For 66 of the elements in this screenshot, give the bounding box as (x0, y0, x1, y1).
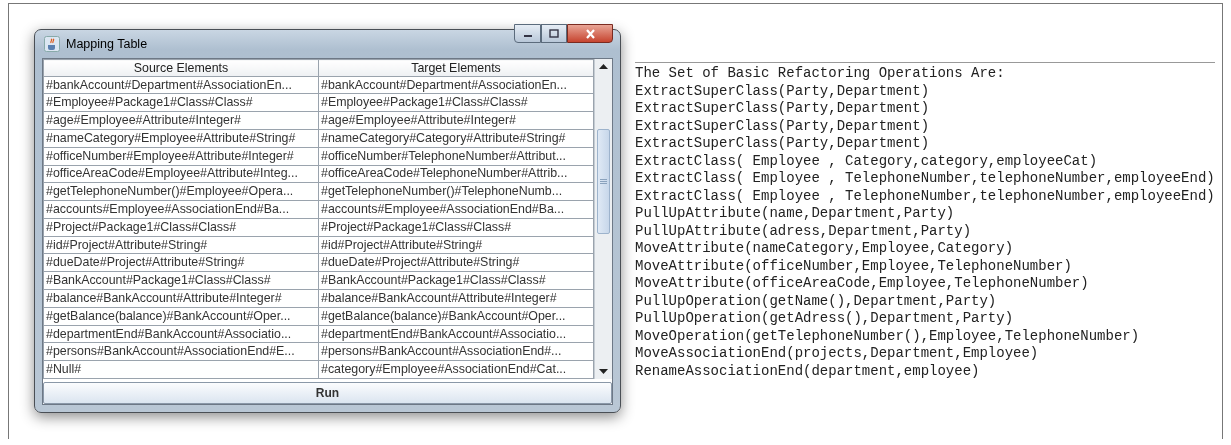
close-button[interactable] (567, 24, 613, 43)
output-heading: The Set of Basic Refactoring Operations Are: (635, 65, 1006, 83)
table-cell: #Project#Package1#Class#Class# (318, 218, 594, 237)
table-cell: #accounts#Employee#AssociationEnd#Ba... (318, 200, 594, 219)
table-cell: #category#Employee#AssociationEnd#Cat... (318, 360, 594, 379)
table-cell: #Project#Package1#Class#Class# (43, 218, 319, 237)
table-cell: #accounts#Employee#AssociationEnd#Ba... (43, 200, 319, 219)
output-line: PullUpOperation(getName(),Department,Party) (635, 292, 998, 310)
output-line: MoveAssociationEnd(projects,Department,Employee) (635, 345, 1040, 363)
output-line: RenameAssociationEnd(department,employee) (635, 362, 981, 380)
table-cell: #balance#BankAccount#Attribute#Integer# (43, 289, 319, 308)
close-icon (584, 28, 596, 39)
table-cell: #age#Employee#Attribute#Integer# (318, 111, 594, 130)
table-cell: #bankAccount#Department#AssociationEn... (43, 76, 319, 94)
output-line: ExtractSuperClass(Party,Department) (635, 100, 931, 118)
output-line: PullUpOperation(getAdress(),Department,Party) (635, 310, 1015, 328)
run-button[interactable]: Run (43, 382, 612, 404)
table-cell: #BankAccount#Package1#Class#Class# (43, 271, 319, 290)
output-line: PullUpAttribute(adress,Department,Party) (635, 222, 973, 240)
table-cell: #Employee#Package1#Class#Class# (318, 93, 594, 112)
minimize-button[interactable] (514, 24, 541, 43)
output-line: ExtractSuperClass(Party,Department) (635, 117, 931, 135)
table-cell: #balance#BankAccount#Attribute#Integer# (318, 289, 594, 308)
table-cell: #bankAccount#Department#AssociationEn... (318, 76, 594, 94)
scrollbar[interactable] (594, 59, 612, 379)
table-cell: #dueDate#Project#Attribute#String# (318, 254, 594, 272)
table-cell: #getTelephoneNumber()#TelephoneNumb... (318, 182, 594, 201)
output-line: ExtractClass( Employee , Category,category,employeeCat) (635, 152, 1099, 170)
table-cell: #id#Project#Attribute#String# (318, 236, 594, 254)
table-cell: #dueDate#Project#Attribute#String# (43, 254, 319, 272)
output-line: ExtractSuperClass(Party,Department) (635, 135, 931, 153)
table-cell: #departmentEnd#BankAccount#Associatio... (318, 325, 594, 343)
output-line: ExtractClass( Employee , TelephoneNumber,telephoneNumber,employeeEnd) (635, 170, 1215, 188)
output-line: ExtractClass( Employee , TelephoneNumber,telephoneNumber,employeeEnd) (635, 187, 1215, 205)
output-line: MoveAttribute(officeAreaCode,Employee,TelephoneNumber) (635, 275, 1090, 293)
output-line: ExtractSuperClass(Party,Department) (635, 82, 931, 100)
window-title: Mapping Table (66, 37, 149, 51)
table-cell: #officeNumber#Employee#Attribute#Integer# (43, 147, 319, 166)
table-cell: #departmentEnd#BankAccount#Associatio... (43, 325, 319, 343)
table-cell: #nameCategory#Category#Attribute#String# (318, 129, 594, 148)
table-cell: #officeAreaCode#Employee#Attribute#Integ... (43, 165, 319, 183)
table-cell: #officeNumber#TelephoneNumber#Attribut... (318, 147, 594, 166)
table-cell: #persons#BankAccount#AssociationEnd#... (318, 342, 594, 361)
table-cell: #nameCategory#Employee#Attribute#String# (43, 129, 319, 148)
output-line: MoveAttribute(officeNumber,Employee,TelephoneNumber) (635, 257, 1073, 275)
table-cell: #Null# (43, 360, 319, 379)
table-cell: #persons#BankAccount#AssociationEnd#E... (43, 342, 319, 361)
table-cell: #BankAccount#Package1#Class#Class# (318, 271, 594, 290)
grip-icon (600, 179, 607, 184)
column-header[interactable]: Target Elements (318, 59, 594, 77)
column-header[interactable]: Source Elements (43, 59, 319, 77)
output-line: MoveOperation(getTelephoneNumber(),Employee,TelephoneNumber) (635, 327, 1141, 345)
output-line: PullUpAttribute(name,Department,Party) (635, 205, 956, 223)
scroll-down-icon[interactable] (599, 369, 608, 374)
table-cell: #getTelephoneNumber()#Employee#Opera... (43, 182, 319, 201)
table-cell: #getBalance(balance)#BankAccount#Oper... (318, 307, 594, 326)
table-cell: #getBalance(balance)#BankAccount#Oper... (43, 307, 319, 326)
java-cup-icon (44, 36, 60, 52)
maximize-icon (549, 29, 559, 38)
maximize-button[interactable] (541, 24, 567, 43)
table-cell: #id#Project#Attribute#String# (43, 236, 319, 254)
output-line: MoveAttribute(nameCategory,Employee,Category) (635, 240, 1015, 258)
table-cell: #age#Employee#Attribute#Integer# (43, 111, 319, 130)
table-cell: #Employee#Package1#Class#Class# (43, 93, 319, 112)
scroll-up-icon[interactable] (599, 64, 608, 69)
table-cell: #officeAreaCode#TelephoneNumber#Attrib... (318, 165, 594, 183)
